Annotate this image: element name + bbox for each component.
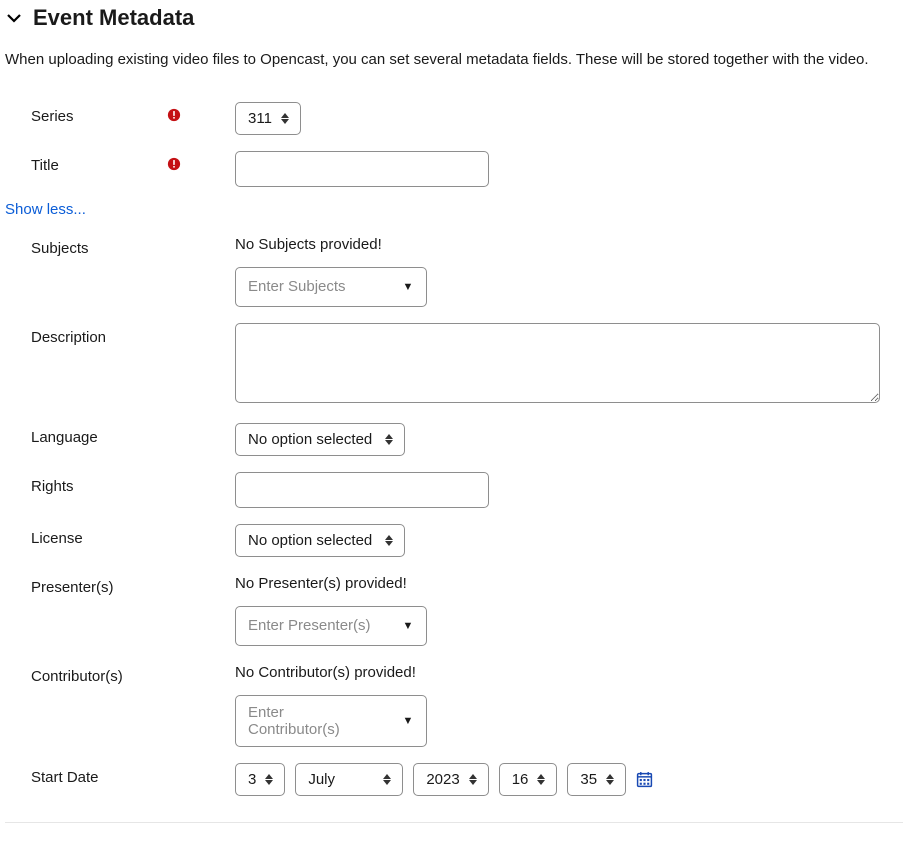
sort-icon [536,774,546,785]
sort-icon [468,774,478,785]
field-license: License No option selected [5,516,903,565]
chevron-down-icon[interactable] [5,9,23,27]
field-subjects: Subjects No Subjects provided! Enter Sub… [5,226,903,315]
divider [5,822,903,823]
description-textarea[interactable] [235,323,880,403]
day-select[interactable]: 3 [235,763,285,796]
month-select[interactable]: July [295,763,403,796]
hour-value: 16 [512,771,529,788]
field-series: Series 311 [5,94,903,143]
field-start-date: Start Date 3 July 2023 [5,755,903,804]
year-value: 2023 [426,771,459,788]
license-value: No option selected [248,532,372,549]
show-less-link[interactable]: Show less... [5,201,903,218]
contributors-empty-msg: No Contributor(s) provided! [235,662,903,681]
dropdown-arrow-icon: ▼ [390,702,426,740]
series-value: 311 [248,110,272,127]
presenters-combobox[interactable]: Enter Presenter(s) ▼ [235,606,427,646]
rights-input[interactable] [235,472,489,508]
dropdown-arrow-icon: ▼ [390,268,426,306]
year-select[interactable]: 2023 [413,763,488,796]
language-label: Language [5,423,167,446]
language-select[interactable]: No option selected [235,423,405,456]
sort-icon [382,774,392,785]
contributors-combobox[interactable]: Enter Contributor(s) ▼ [235,695,427,747]
sort-icon [384,535,394,546]
field-language: Language No option selected [5,415,903,464]
contributors-placeholder: Enter Contributor(s) [236,696,390,746]
page-title: Event Metadata [33,5,194,31]
section-header: Event Metadata [5,5,903,31]
dropdown-arrow-icon: ▼ [390,607,426,645]
field-description: Description [5,315,903,415]
license-select[interactable]: No option selected [235,524,405,557]
series-select[interactable]: 311 [235,102,301,135]
license-label: License [5,524,167,547]
minute-select[interactable]: 35 [567,763,626,796]
subjects-empty-msg: No Subjects provided! [235,234,903,253]
subjects-combobox[interactable]: Enter Subjects ▼ [235,267,427,307]
day-value: 3 [248,771,256,788]
hour-select[interactable]: 16 [499,763,558,796]
calendar-icon[interactable] [636,771,653,788]
field-rights: Rights [5,464,903,516]
start-date-controls: 3 July 2023 16 [235,763,903,796]
required-icon [167,157,181,171]
subjects-placeholder: Enter Subjects [236,270,390,303]
title-label: Title [5,151,167,174]
sort-icon [264,774,274,785]
language-value: No option selected [248,431,372,448]
start-date-label: Start Date [5,763,167,786]
presenters-empty-msg: No Presenter(s) provided! [235,573,903,592]
field-presenters: Presenter(s) No Presenter(s) provided! E… [5,565,903,654]
field-title: Title [5,143,903,195]
intro-text: When uploading existing video files to O… [5,49,903,72]
title-input[interactable] [235,151,489,187]
presenters-label: Presenter(s) [5,573,167,596]
sort-icon [384,434,394,445]
month-value: July [308,771,335,788]
presenters-placeholder: Enter Presenter(s) [236,609,390,642]
series-label: Series [5,102,167,125]
sort-icon [605,774,615,785]
rights-label: Rights [5,472,167,495]
subjects-label: Subjects [5,234,167,257]
description-label: Description [5,323,167,346]
sort-icon [280,113,290,124]
minute-value: 35 [580,771,597,788]
field-contributors: Contributor(s) No Contributor(s) provide… [5,654,903,755]
contributors-label: Contributor(s) [5,662,167,685]
required-icon [167,108,181,122]
